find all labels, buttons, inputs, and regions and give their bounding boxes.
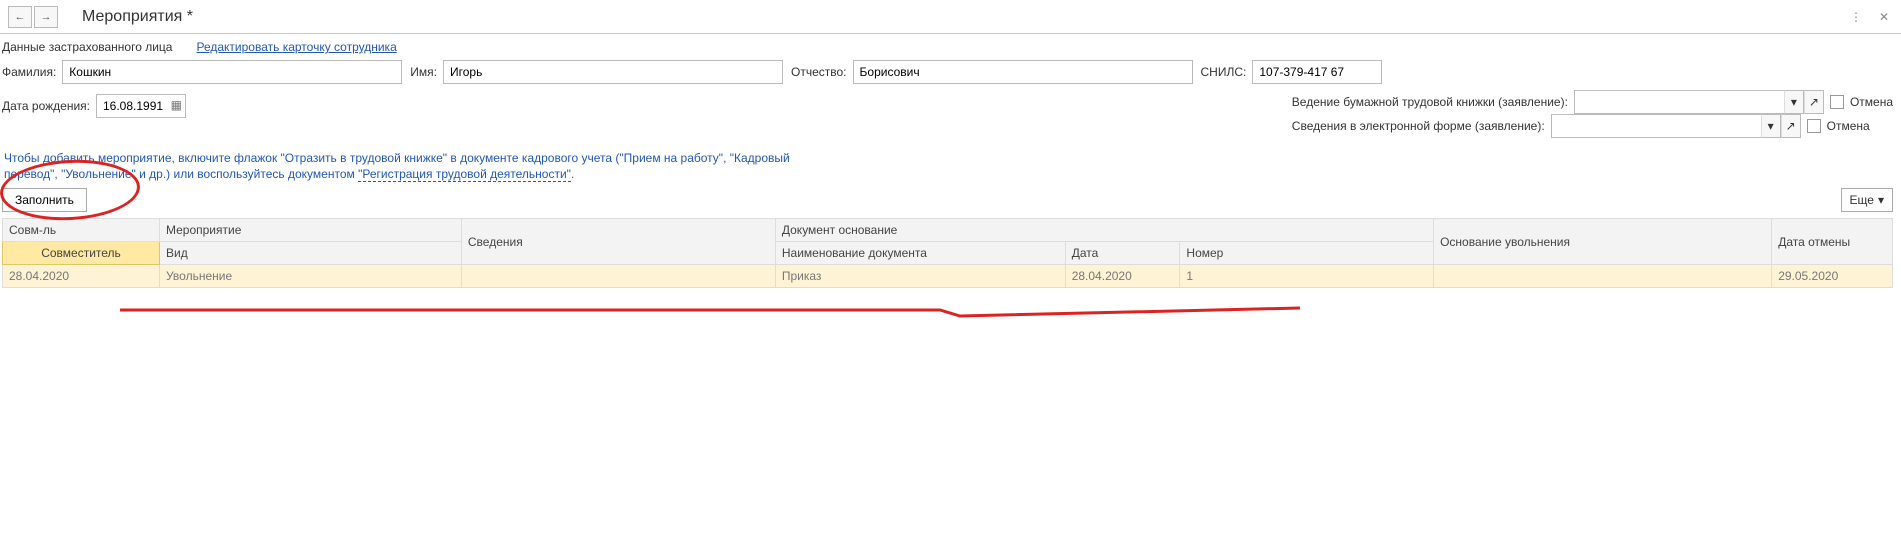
elec-cancel-label: Отмена — [1827, 119, 1870, 133]
cell-canceldate: 29.05.2020 — [1772, 265, 1893, 288]
col-sovm-tag[interactable]: Совместитель — [3, 242, 160, 265]
col-event[interactable]: Мероприятие — [159, 219, 461, 242]
hint-text-part2: . — [571, 167, 574, 181]
arrow-right-icon: → — [41, 11, 52, 23]
cell-details — [461, 265, 775, 288]
chevron-down-icon: ▾ — [1878, 193, 1884, 207]
middlename-label: Отчество: — [791, 65, 847, 79]
paper-statement-open[interactable]: ↗ — [1804, 90, 1824, 114]
elec-statement-open[interactable]: ↗ — [1781, 114, 1801, 138]
col-dismissbase[interactable]: Основание увольнения — [1434, 219, 1772, 265]
elec-statement-input[interactable] — [1551, 114, 1761, 138]
col-sovm[interactable]: Совм-ль — [3, 219, 160, 242]
section-heading: Данные застрахованного лица — [2, 40, 172, 54]
cell-docdate: 28.04.2020 — [1065, 265, 1180, 288]
lastname-input[interactable] — [62, 60, 402, 84]
paper-cancel-label: Отмена — [1850, 95, 1893, 109]
elec-cancel-checkbox[interactable] — [1807, 119, 1821, 133]
paper-cancel-checkbox[interactable] — [1830, 95, 1844, 109]
more-button-label: Еще — [1850, 193, 1874, 207]
elec-statement-dropdown[interactable]: ▾ — [1761, 114, 1781, 138]
col-basedoc[interactable]: Документ основание — [775, 219, 1433, 242]
middlename-input[interactable] — [853, 60, 1193, 84]
annotation-underline — [120, 300, 1300, 318]
paper-statement-input[interactable] — [1574, 90, 1784, 114]
col-details[interactable]: Сведения — [461, 219, 775, 265]
hint-link[interactable]: "Регистрация трудовой деятельности" — [358, 167, 571, 182]
chevron-down-icon: ▾ — [1768, 119, 1774, 133]
birthdate-label: Дата рождения: — [2, 99, 90, 113]
hint-text: Чтобы добавить мероприятие, включите фла… — [4, 150, 824, 182]
col-kind[interactable]: Вид — [159, 242, 461, 265]
page-title: Мероприятия * — [82, 8, 193, 26]
paper-statement-label: Ведение бумажной трудовой книжки (заявле… — [1292, 95, 1568, 109]
open-icon: ↗ — [1809, 95, 1819, 109]
col-docdate[interactable]: Дата — [1065, 242, 1180, 265]
nav-forward-button[interactable]: → — [34, 6, 58, 28]
cell-docnum: 1 — [1180, 265, 1434, 288]
table-row[interactable]: 28.04.2020 Увольнение Приказ 28.04.2020 … — [3, 265, 1893, 288]
cell-dismissbase — [1434, 265, 1772, 288]
firstname-label: Имя: — [410, 65, 437, 79]
col-docnum[interactable]: Номер — [1180, 242, 1434, 265]
col-docname[interactable]: Наименование документа — [775, 242, 1065, 265]
lastname-label: Фамилия: — [2, 65, 56, 79]
snils-label: СНИЛС: — [1201, 65, 1247, 79]
cell-date: 28.04.2020 — [3, 265, 160, 288]
arrow-left-icon: ← — [15, 11, 26, 23]
col-canceldate[interactable]: Дата отмены — [1772, 219, 1893, 265]
paper-statement-dropdown[interactable]: ▾ — [1784, 90, 1804, 114]
cell-docname: Приказ — [775, 265, 1065, 288]
events-table: Совм-ль Мероприятие Сведения Документ ос… — [2, 218, 1893, 288]
kebab-menu-icon[interactable]: ⋮ — [1847, 8, 1865, 26]
fill-button[interactable]: Заполнить — [2, 188, 87, 212]
edit-employee-link[interactable]: Редактировать карточку сотрудника — [196, 40, 396, 54]
cell-kind: Увольнение — [159, 265, 461, 288]
nav-back-button[interactable]: ← — [8, 6, 32, 28]
more-button[interactable]: Еще ▾ — [1841, 188, 1893, 212]
birthdate-input[interactable] — [96, 94, 186, 118]
firstname-input[interactable] — [443, 60, 783, 84]
open-icon: ↗ — [1786, 119, 1796, 133]
snils-input[interactable] — [1252, 60, 1382, 84]
chevron-down-icon: ▾ — [1791, 95, 1797, 109]
close-icon[interactable]: ✕ — [1875, 8, 1893, 26]
elec-statement-label: Сведения в электронной форме (заявление)… — [1292, 119, 1545, 133]
